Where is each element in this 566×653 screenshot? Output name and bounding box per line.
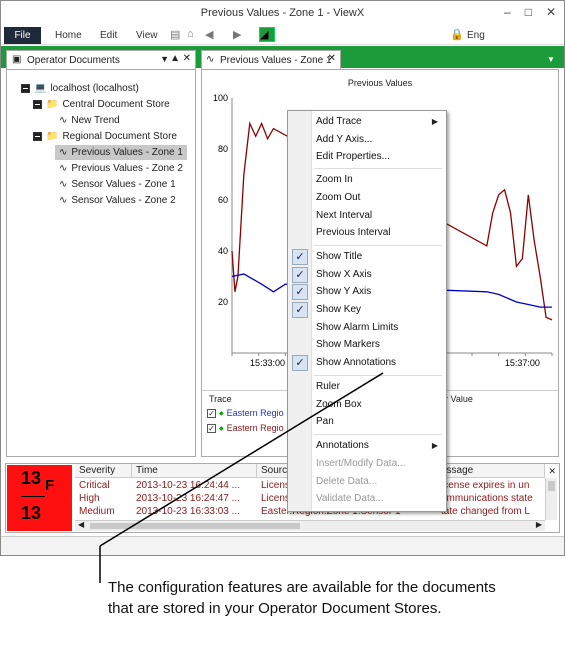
caption-line-1: The configuration features are available… (108, 579, 496, 596)
callout-line (99, 372, 384, 583)
caption-line-2: that are stored in your Operator Documen… (108, 600, 442, 617)
caption: The configuration features are available… (108, 577, 496, 619)
